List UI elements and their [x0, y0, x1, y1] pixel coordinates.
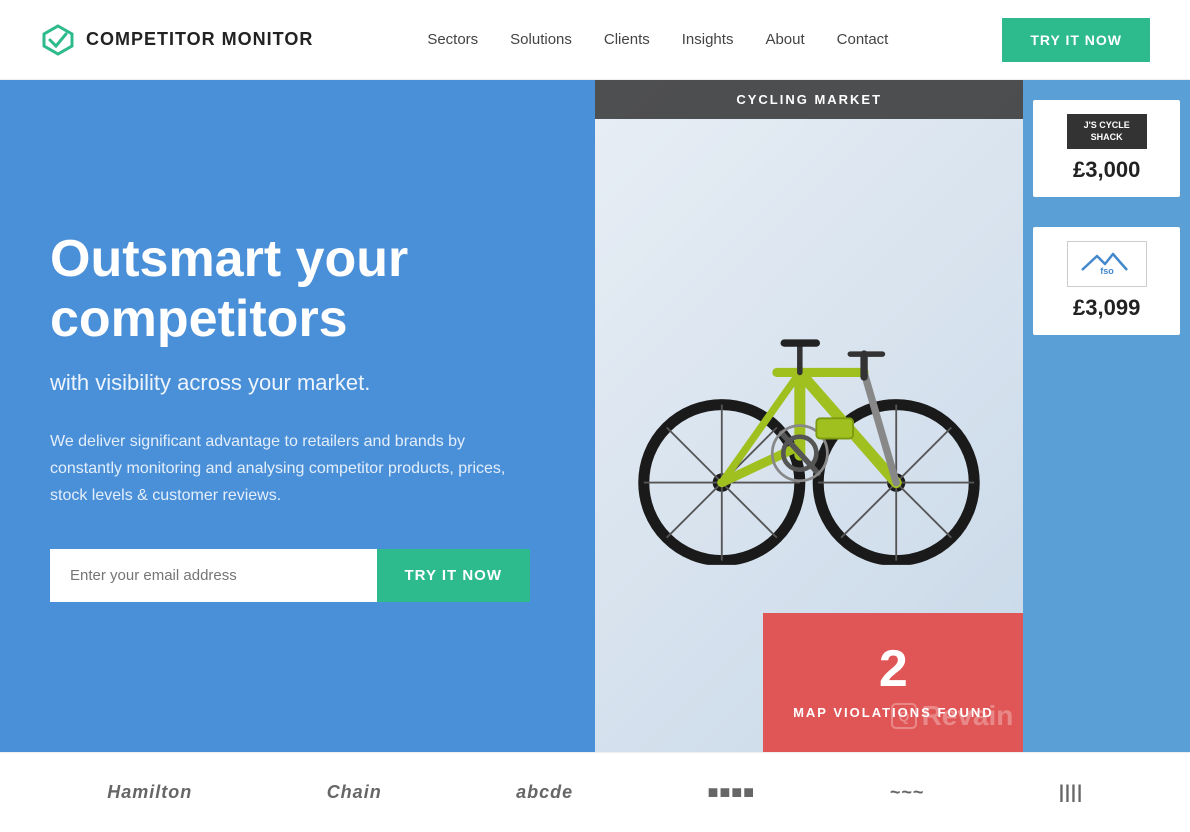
revain-icon: Q — [890, 702, 918, 730]
hero-right-inner: CYCLING MARKET — [595, 80, 1190, 752]
cycling-market-badge: CYCLING MARKET — [595, 80, 1023, 119]
brand-3: abcde — [516, 782, 573, 803]
hero-section: Outsmart your competitors with visibilit… — [0, 80, 1190, 752]
fso-logo-svg: fso — [1077, 248, 1137, 276]
logo-area[interactable]: COMPETITOR MONITOR — [40, 22, 313, 58]
nav-item-solutions[interactable]: Solutions — [510, 31, 572, 49]
bike-area: CYCLING MARKET — [595, 80, 1023, 752]
price-sidebar: J'S CYCLE SHACK £3,000 fso £3,099 — [1023, 80, 1190, 752]
price-value-1: £3,000 — [1043, 157, 1170, 183]
nav-link-contact[interactable]: Contact — [837, 31, 889, 48]
nav-item-about[interactable]: About — [765, 31, 804, 49]
svg-text:fso: fso — [1100, 266, 1114, 276]
svg-text:Q: Q — [898, 708, 909, 724]
hero-right-panel: CYCLING MARKET — [595, 80, 1190, 752]
nav-link-sectors[interactable]: Sectors — [427, 31, 478, 48]
nav-item-clients[interactable]: Clients — [604, 31, 650, 49]
brand-chain: Chain — [327, 782, 382, 803]
brand-5: ~~~ — [890, 782, 925, 803]
nav-item-sectors[interactable]: Sectors — [427, 31, 478, 49]
nav-link-clients[interactable]: Clients — [604, 31, 650, 48]
navbar: COMPETITOR MONITOR Sectors Solutions Cli… — [0, 0, 1190, 80]
hero-subheadline: with visibility across your market. — [50, 370, 545, 396]
price-value-2: £3,099 — [1043, 295, 1170, 321]
cta-row: TRY IT NOW — [50, 549, 530, 602]
watermark-text: Revain — [922, 700, 1014, 732]
bike-image — [616, 290, 1002, 570]
logos-bar: Hamilton Chain abcde ■■■■ ~~~ |||| — [0, 752, 1190, 832]
hero-cta-button[interactable]: TRY IT NOW — [377, 549, 531, 602]
bike-svg — [616, 290, 1002, 565]
price-logo-1: J'S CYCLE SHACK — [1067, 114, 1147, 149]
price-card-2: fso £3,099 — [1033, 227, 1180, 335]
nav-link-insights[interactable]: Insights — [682, 31, 734, 48]
hero-body: We deliver significant advantage to reta… — [50, 428, 510, 510]
brand-6: |||| — [1059, 782, 1083, 803]
logo-text: COMPETITOR MONITOR — [86, 29, 313, 50]
hero-left-panel: Outsmart your competitors with visibilit… — [0, 80, 595, 752]
email-input[interactable] — [50, 549, 377, 602]
nav-item-contact[interactable]: Contact — [837, 31, 889, 49]
nav-link-solutions[interactable]: Solutions — [510, 31, 572, 48]
watermark: Q Revain — [890, 700, 1014, 732]
logo-icon — [40, 22, 76, 58]
violations-number: 2 — [783, 643, 1003, 695]
price-logo-2: fso — [1067, 241, 1147, 287]
nav-item-insights[interactable]: Insights — [682, 31, 734, 49]
brand-4: ■■■■ — [708, 782, 756, 803]
nav-links: Sectors Solutions Clients Insights About… — [427, 31, 888, 49]
brand-hamilton: Hamilton — [107, 782, 192, 803]
nav-cta-button[interactable]: TRY IT NOW — [1002, 18, 1150, 62]
nav-link-about[interactable]: About — [765, 31, 804, 48]
hero-headline: Outsmart your competitors — [50, 230, 545, 350]
price-card-1: J'S CYCLE SHACK £3,000 — [1033, 100, 1180, 197]
